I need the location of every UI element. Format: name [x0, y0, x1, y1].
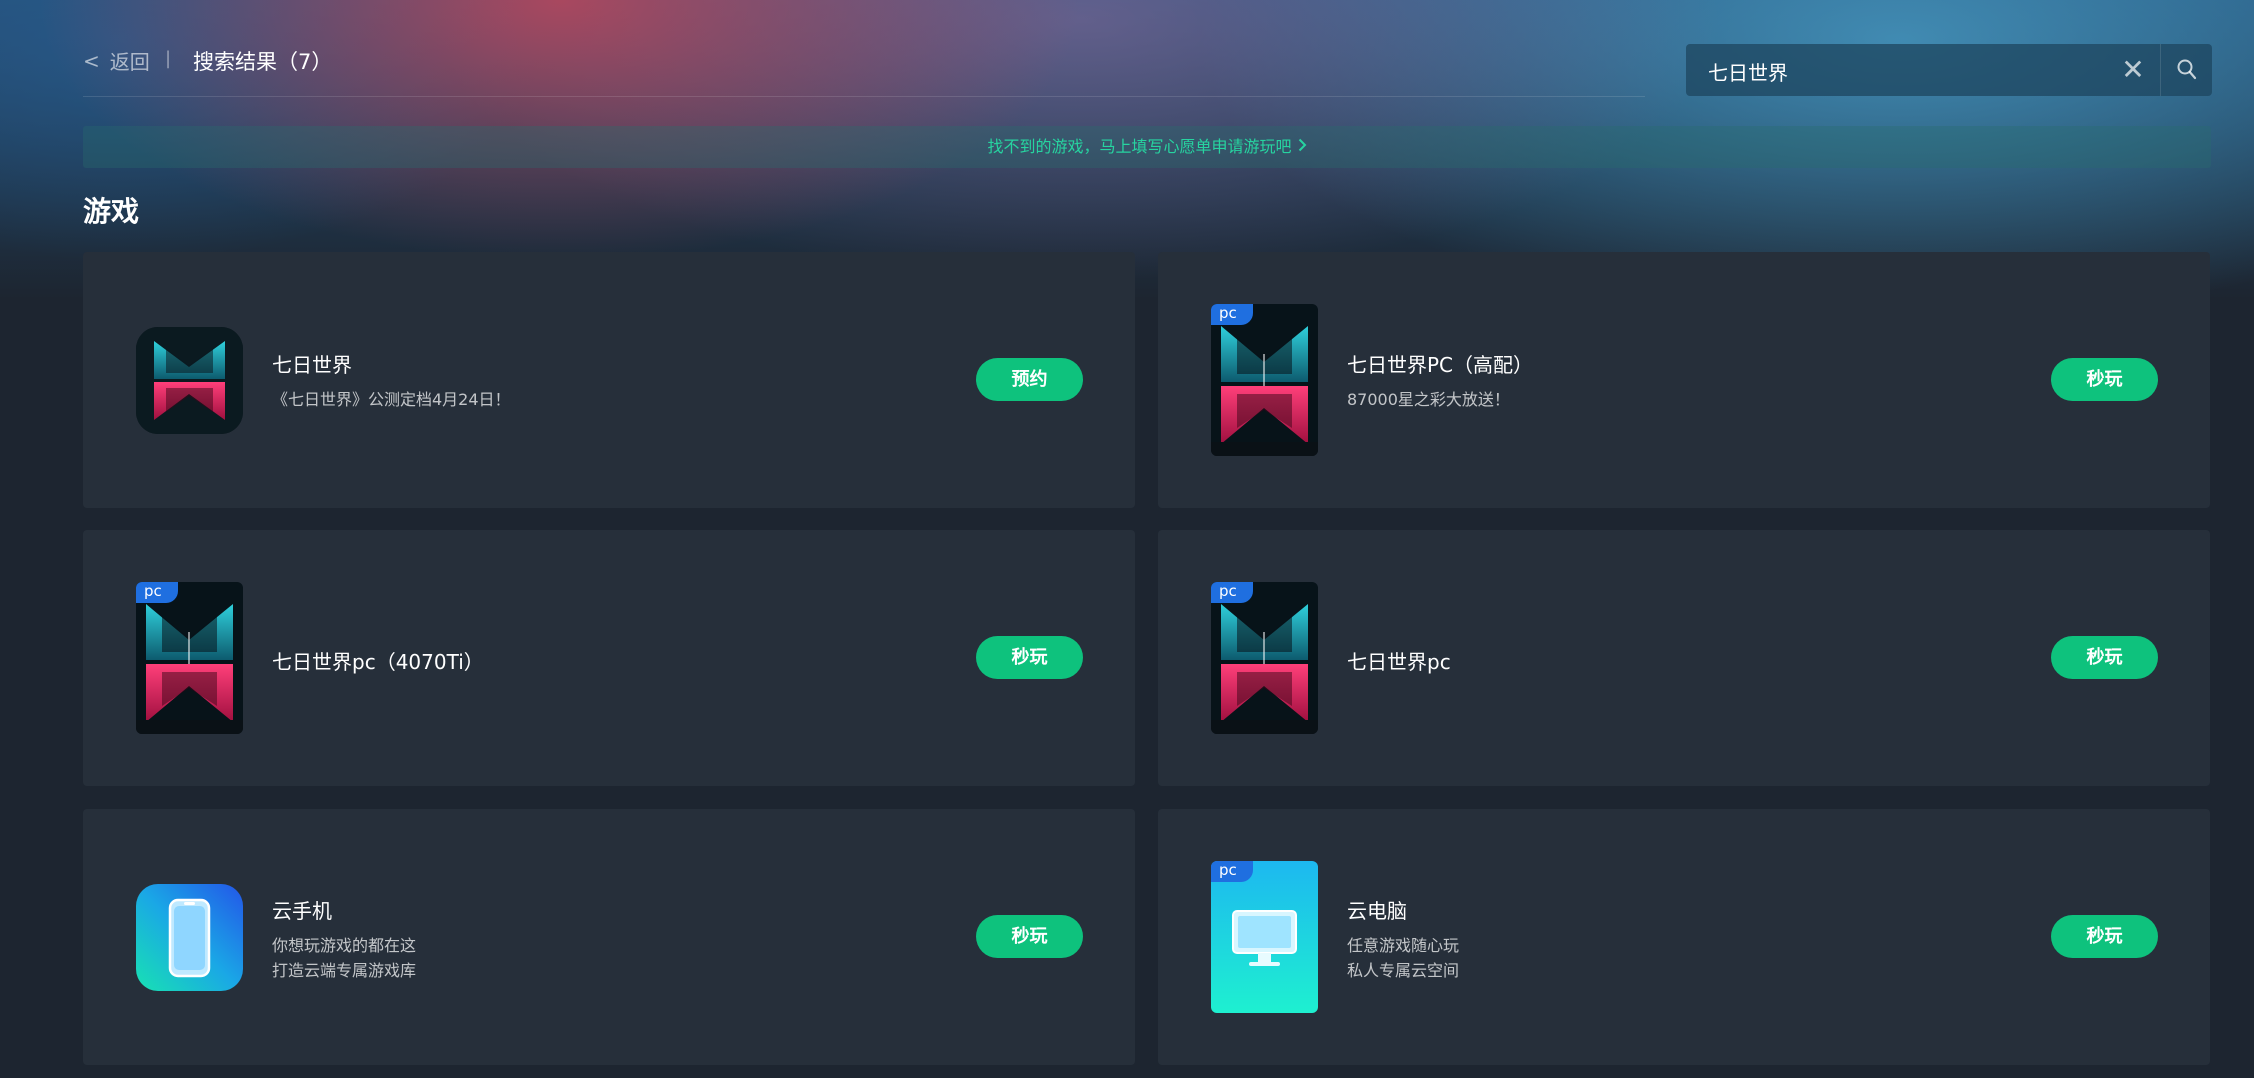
search-box: ✕ — [1686, 44, 2213, 98]
game-description: 87000星之彩大放送！ — [1347, 390, 1510, 409]
game-description-line2: 打造云端专属游戏库 — [272, 961, 417, 980]
game-card[interactable]: 云手机 你想玩游戏的都在这 打造云端专属游戏库 秒玩 — [83, 809, 1135, 1065]
section-title: 游戏 — [83, 195, 140, 228]
pc-badge: pc — [136, 582, 178, 603]
seven-days-world-poster-icon: pc — [1211, 304, 1318, 456]
game-card[interactable]: pc 七日世界pc（4070Ti） 秒玩 — [83, 530, 1135, 786]
close-icon[interactable]: ✕ — [2118, 55, 2148, 85]
pc-badge: pc — [1211, 582, 1253, 603]
game-title: 七日世界 — [272, 353, 352, 377]
seven-days-world-poster-icon: pc — [136, 582, 243, 734]
play-now-button[interactable]: 秒玩 — [2051, 636, 2158, 679]
game-title: 七日世界pc（4070Ti） — [272, 650, 484, 674]
game-card[interactable]: 七日世界 《七日世界》公测定档4月24日！ 预约 — [83, 252, 1135, 508]
game-description: 你想玩游戏的都在这 — [272, 936, 417, 955]
wishlist-notice-link[interactable]: 找不到的游戏，马上填写心愿单申请游玩吧 — [83, 126, 2211, 168]
game-card[interactable]: pc 云电脑 任意游戏随心玩 私人专属云空间 秒玩 — [1158, 809, 2210, 1065]
play-now-button[interactable]: 秒玩 — [2051, 358, 2158, 401]
game-description-line2: 私人专属云空间 — [1347, 961, 1460, 980]
chevron-left-icon: < — [83, 48, 100, 73]
cloud-pc-icon: pc — [1211, 861, 1318, 1013]
game-card[interactable]: pc 七日世界PC（高配） 87000星之彩大放送！ 秒玩 — [1158, 252, 2210, 508]
seven-days-world-logo-icon — [136, 327, 243, 434]
top-bar: < 返回 | 搜索结果（7） — [83, 40, 1645, 97]
page-title: 搜索结果（7） — [193, 50, 333, 74]
play-now-button[interactable]: 秒玩 — [976, 636, 1083, 679]
game-card[interactable]: pc 七日世界pc 秒玩 — [1158, 530, 2210, 786]
cloud-phone-icon — [136, 884, 243, 991]
game-description: 任意游戏随心玩 — [1347, 936, 1460, 955]
game-title: 云电脑 — [1347, 899, 1407, 923]
play-now-button[interactable]: 秒玩 — [2051, 915, 2158, 958]
back-label: 返回 — [109, 50, 150, 74]
divider: | — [165, 48, 172, 69]
game-description: 《七日世界》公测定档4月24日！ — [272, 390, 511, 409]
game-title: 云手机 — [272, 899, 332, 923]
back-button[interactable]: < 返回 — [83, 46, 150, 75]
notice-text: 找不到的游戏，马上填写心愿单申请游玩吧 — [987, 137, 1292, 156]
reserve-button[interactable]: 预约 — [976, 358, 1083, 401]
pc-badge: pc — [1211, 304, 1253, 325]
chevron-right-icon — [1298, 126, 1307, 168]
search-button[interactable] — [2160, 44, 2213, 96]
game-title: 七日世界pc — [1347, 650, 1451, 674]
search-icon — [2177, 59, 2197, 80]
pc-badge: pc — [1211, 861, 1253, 882]
play-now-button[interactable]: 秒玩 — [976, 915, 1083, 958]
seven-days-world-poster-icon: pc — [1211, 582, 1318, 734]
game-title: 七日世界PC（高配） — [1347, 353, 1534, 377]
search-input[interactable] — [1706, 44, 2090, 98]
search-results-page: < 返回 | 搜索结果（7） ✕ 找不到的游戏，马上填写心愿单申请游玩吧 游戏 — [0, 0, 2254, 1078]
